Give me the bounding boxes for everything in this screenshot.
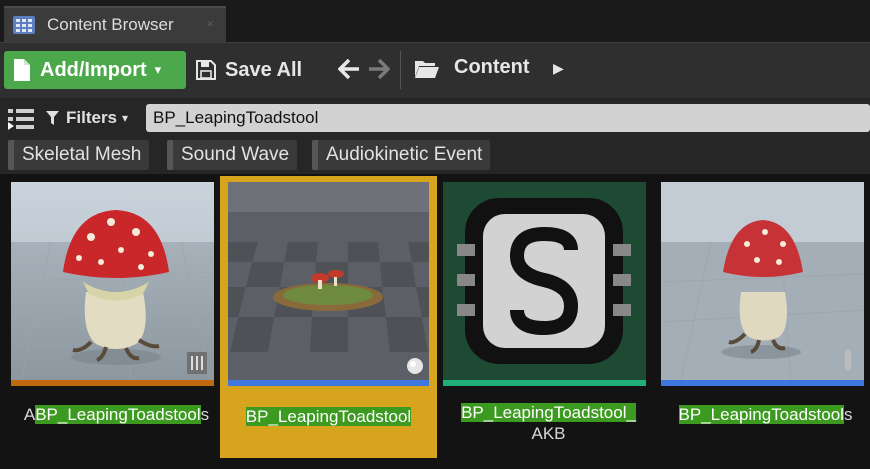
search-input[interactable] (146, 104, 870, 132)
tab-close-icon[interactable]: × (206, 16, 214, 31)
chip-toggle[interactable] (8, 140, 14, 170)
asset-thumbnail (661, 182, 864, 380)
filter-chip-sound-wave[interactable]: Sound Wave (167, 140, 298, 170)
chip-toggle[interactable] (167, 140, 173, 170)
filters-label: Filters (66, 108, 118, 127)
tab-bar: Content Browser × (0, 0, 870, 42)
asset-type-bar (661, 380, 864, 386)
add-import-button[interactable]: Add/Import ▾ (4, 51, 186, 89)
asset-thumbnail (443, 182, 646, 380)
filter-chip-skeletal-mesh[interactable]: Skeletal Mesh (8, 140, 150, 170)
chip-label: Skeletal Mesh (22, 144, 142, 165)
chevron-down-icon: ▾ (154, 62, 162, 77)
arrow-right-icon[interactable] (368, 57, 390, 81)
arrow-left-icon[interactable] (338, 57, 360, 81)
content-browser-grid-icon (13, 16, 35, 34)
asset-type-bar (11, 380, 214, 386)
toolbar: Add/Import ▾ Save All Content ▶ (0, 42, 870, 98)
active-filter-chips: Skeletal Mesh Sound Wave Audiokinetic Ev… (0, 138, 870, 174)
toolbar-divider (400, 51, 401, 89)
chip-toggle[interactable] (312, 140, 318, 170)
funnel-icon (46, 110, 59, 125)
open-folder-icon (415, 61, 439, 78)
floppy-disk-icon (196, 60, 216, 80)
path-content-crumb[interactable]: Content (454, 56, 530, 79)
asset-name: BP_LeapingToadstool_ AKB (461, 403, 636, 443)
tab-content-browser[interactable]: Content Browser × (4, 6, 226, 42)
save-all-button[interactable]: Save All (196, 51, 302, 89)
new-document-icon (14, 59, 30, 81)
chip-label: Audiokinetic Event (326, 144, 483, 165)
add-import-label: Add/Import (40, 58, 147, 81)
filter-bar: Filters ▾ (0, 98, 870, 138)
asset-type-bar (228, 380, 429, 386)
sources-panel-icon[interactable] (8, 108, 34, 130)
tab-title: Content Browser (47, 15, 174, 34)
asset-grid: ABP_LeapingToadstools BP_LeapingToadstoo… (0, 174, 870, 469)
chip-label: Sound Wave (181, 144, 290, 165)
asset-tile-selected[interactable]: BP_LeapingToadstool (220, 176, 437, 458)
asset-name: BP_LeapingToadstool (245, 407, 412, 426)
save-all-label: Save All (225, 58, 303, 81)
asset-thumbnail (228, 182, 429, 380)
asset-name: ABP_LeapingToadstools (23, 405, 210, 424)
filters-button[interactable]: Filters ▾ (46, 107, 128, 129)
filter-chip-audiokinetic-event[interactable]: Audiokinetic Event (312, 140, 491, 170)
asset-thumbnail (11, 182, 214, 380)
asset-name: BP_LeapingToadstools (678, 405, 853, 424)
chevron-right-icon[interactable]: ▶ (553, 60, 564, 77)
chevron-down-icon: ▾ (122, 111, 129, 125)
asset-type-bar (443, 380, 646, 386)
